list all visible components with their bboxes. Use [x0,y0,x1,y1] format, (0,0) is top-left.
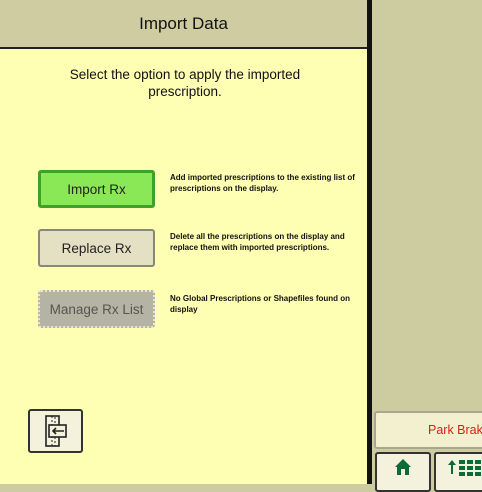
home-button[interactable] [375,452,431,492]
import-rx-description: Add imported prescriptions to the existi… [170,173,355,193]
back-exit-icon [44,415,67,447]
menu-button[interactable] [434,452,482,492]
replace-rx-description: Delete all the prescriptions on the disp… [170,232,345,252]
instruction-text: Select the option to apply the imported … [69,67,301,99]
import-data-dialog: Import Data Select the option to apply t… [0,0,372,484]
manage-rx-list-description: No Global Prescriptions or Shapefiles fo… [170,294,351,314]
back-button[interactable] [28,409,83,453]
park-brake-status[interactable]: Park Brake [374,411,482,449]
manage-rx-list-button[interactable]: Manage Rx List [38,290,155,328]
home-icon [395,459,411,475]
dialog-title: Import Data [0,0,367,49]
replace-rx-button[interactable]: Replace Rx [38,229,155,267]
import-rx-button[interactable]: Import Rx [38,170,155,208]
up-arrow-menu-icon [448,460,481,476]
